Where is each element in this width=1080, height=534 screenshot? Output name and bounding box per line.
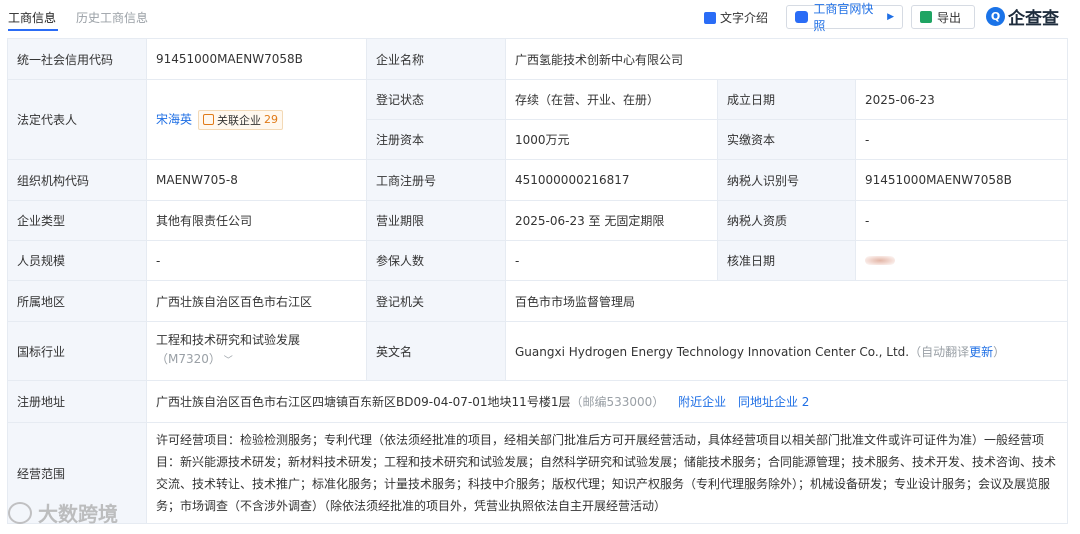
watermark-logo-icon	[8, 501, 32, 524]
text-intro-label: 文字介绍	[720, 11, 769, 25]
staff-value: -	[146, 240, 367, 281]
region-label: 所属地区	[7, 280, 147, 322]
paid-capital-value: -	[854, 119, 1069, 160]
authority-label: 登记机关	[366, 280, 506, 322]
table-row: 经营范围 许可经营项目：检验检测服务；专利代理（依法须经批准的项目，经相关部门批…	[7, 422, 1069, 524]
export-button[interactable]: 导出	[911, 5, 975, 29]
brand-name: 企查查	[1008, 9, 1059, 29]
authority-value: 百色市市场监督管理局	[504, 280, 1069, 322]
taxpayer-qual-value: -	[854, 200, 1069, 241]
table-row: 国标行业 工程和技术研究和试验发展 （M7320） ﹀ 英文名 Guangxi …	[7, 321, 1069, 381]
related-count: 29	[264, 113, 279, 126]
chevron-down-icon: ﹀	[220, 356, 233, 366]
company-name-value: 广西氢能技术创新中心有限公司	[504, 38, 1069, 80]
status-value: 存续（在营、开业、在册）	[505, 79, 718, 120]
industry-label: 国标行业	[7, 321, 147, 381]
english-name-label: 英文名	[366, 321, 506, 381]
founded-value: 2025-06-23	[854, 79, 1069, 120]
watermark: 大数跨境	[8, 498, 118, 527]
reg-no-value: 451000000216817	[505, 159, 718, 201]
blurred-date	[865, 255, 895, 265]
tab-history-business-info[interactable]: 历史工商信息	[76, 9, 148, 26]
taxpayer-qual-label: 纳税人资质	[717, 200, 856, 241]
paren-close: ）	[993, 344, 1006, 359]
excel-icon	[920, 11, 932, 23]
insured-value: -	[505, 240, 718, 281]
org-code-label: 组织机构代码	[7, 159, 147, 201]
approval-label: 核准日期	[717, 240, 856, 281]
same-address-link[interactable]: 同地址企业 2	[738, 395, 809, 409]
top-bar: 工商信息 历史工商信息 文字介绍 工商官网快照 ▶ 导出 Q 企查查	[0, 0, 1080, 34]
related-companies-badge[interactable]: 关联企业 29	[198, 109, 284, 130]
company-name-label: 企业名称	[366, 38, 506, 80]
approval-value	[854, 240, 1069, 281]
address-cell: 广西壮族自治区百色市右江区四塘镇百东新区BD09-04-07-01地块11号楼1…	[145, 380, 1069, 423]
founded-label: 成立日期	[717, 79, 856, 120]
active-tab-indicator	[8, 29, 58, 31]
english-name-value: Guangxi Hydrogen Energy Technology Innov…	[515, 344, 910, 359]
table-row: 人员规模 - 参保人数 - 核准日期	[7, 240, 1069, 281]
legal-rep-label: 法定代表人	[7, 79, 147, 160]
type-label: 企业类型	[7, 200, 147, 241]
insured-label: 参保人数	[366, 240, 506, 281]
auto-translate-label: （自动翻译	[909, 344, 970, 359]
legal-rep-link[interactable]: 宋海英	[156, 112, 192, 126]
type-value: 其他有限责任公司	[146, 200, 367, 241]
address-label: 注册地址	[7, 380, 147, 423]
credit-code-value: 91451000MAENW7058B	[146, 38, 367, 80]
official-snapshot-label: 工商官网快照	[813, 2, 874, 33]
update-link[interactable]: 更新	[969, 345, 993, 359]
table-row: 所属地区 广西壮族自治区百色市右江区 登记机关 百色市市场监督管理局	[7, 280, 1069, 322]
industry-cell: 工程和技术研究和试验发展 （M7320） ﹀	[146, 321, 367, 381]
same-address-label: 同地址企业	[737, 395, 798, 409]
table-row: 注册地址 广西壮族自治区百色市右江区四塘镇百东新区BD09-04-07-01地块…	[7, 380, 1069, 423]
watermark-text: 大数跨境	[38, 502, 118, 526]
related-icon	[203, 114, 215, 125]
paid-capital-label: 实缴资本	[717, 119, 856, 160]
official-snapshot-button[interactable]: 工商官网快照 ▶	[786, 2, 903, 33]
tab-business-info[interactable]: 工商信息	[8, 9, 56, 26]
taxpayer-id-label: 纳税人识别号	[717, 159, 856, 201]
nearby-companies-link[interactable]: 附近企业	[678, 395, 726, 409]
org-code-value: MAENW705-8	[146, 159, 367, 201]
term-label: 营业期限	[366, 200, 506, 241]
reg-capital-label: 注册资本	[366, 119, 506, 160]
english-name-cell: Guangxi Hydrogen Energy Technology Innov…	[504, 321, 1069, 381]
camera-icon	[795, 11, 809, 23]
table-row: 统一社会信用代码 91451000MAENW7058B 企业名称 广西氢能技术创…	[7, 38, 1069, 80]
postcode: （邮编533000）	[570, 395, 665, 409]
address-value: 广西壮族自治区百色市右江区四塘镇百东新区BD09-04-07-01地块11号楼1…	[156, 395, 571, 409]
related-label: 关联企业	[217, 113, 262, 127]
reg-no-label: 工商注册号	[366, 159, 506, 201]
triangle-right-icon: ▶	[887, 12, 894, 22]
industry-code: （M7320）	[156, 352, 221, 366]
region-value: 广西壮族自治区百色市右江区	[146, 280, 367, 322]
table-row: 法定代表人 宋海英 关联企业 29 登记状态 存续（在营、开业、在册） 成立日期 …	[7, 79, 1069, 160]
industry-code-dropdown[interactable]: （M7320） ﹀	[156, 350, 357, 371]
reg-capital-value: 1000万元	[505, 119, 718, 160]
same-address-count: 2	[801, 395, 810, 409]
term-value: 2025-06-23 至 无固定期限	[505, 200, 718, 241]
legal-rep-cell: 宋海英 关联企业 29	[146, 79, 367, 160]
document-icon	[704, 11, 716, 24]
status-label: 登记状态	[366, 79, 506, 120]
brand-logo: Q 企查查	[986, 4, 1059, 29]
industry-value: 工程和技术研究和试验发展	[156, 333, 301, 347]
credit-code-label: 统一社会信用代码	[7, 38, 147, 80]
table-row: 企业类型 其他有限责任公司 营业期限 2025-06-23 至 无固定期限 纳税…	[7, 200, 1069, 241]
business-info-table: 统一社会信用代码 91451000MAENW7058B 企业名称 广西氢能技术创…	[7, 38, 1069, 524]
export-label: 导出	[937, 10, 962, 25]
table-row: 组织机构代码 MAENW705-8 工商注册号 451000000216817 …	[7, 159, 1069, 201]
staff-label: 人员规模	[7, 240, 147, 281]
qichacha-icon: Q	[986, 7, 1005, 26]
scope-value: 许可经营项目：检验检测服务；专利代理（依法须经批准的项目，经相关部门批准后方可开…	[145, 422, 1069, 524]
text-intro-button[interactable]: 文字介绍	[704, 9, 768, 26]
taxpayer-id-value: 91451000MAENW7058B	[854, 159, 1069, 201]
